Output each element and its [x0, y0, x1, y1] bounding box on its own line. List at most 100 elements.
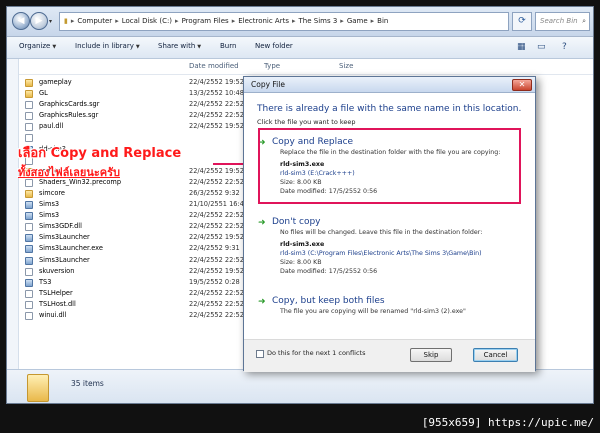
- pointer-arrow-line: [213, 163, 247, 165]
- file-row[interactable]: gameplay 22/4/2552 19:52: [19, 77, 249, 88]
- share-with-button[interactable]: Share with ▼: [158, 42, 201, 50]
- option-description: No files will be changed. Leave this fil…: [280, 229, 483, 236]
- navigation-pane[interactable]: [7, 59, 19, 369]
- dialog-titlebar: Copy File ✕: [244, 77, 535, 93]
- file-name: Sims3Launcher: [39, 233, 90, 242]
- chevron-down-icon: ▼: [135, 44, 140, 50]
- application-icon: [25, 278, 33, 287]
- column-header: Date modified Type Size: [19, 59, 593, 75]
- item-count: 35 items: [71, 379, 104, 388]
- file-date: 22/4/2552 9:31: [189, 244, 240, 253]
- file-row[interactable]: GraphicsRules.sgr 22/4/2552 22:52: [19, 110, 249, 121]
- file-row[interactable]: GraphicsCards.sgr 22/4/2552 22:52: [19, 99, 249, 110]
- application-icon: [25, 245, 33, 254]
- search-input[interactable]: Search Bin ⌕: [535, 12, 590, 31]
- skip-button[interactable]: Skip: [410, 348, 452, 362]
- file-date: 22/4/2552 19:52: [189, 122, 244, 131]
- file-row[interactable]: TS3 19/5/2552 0:28: [19, 277, 249, 288]
- file-row[interactable]: Sims3Launcher 22/4/2552 22:52: [19, 255, 249, 266]
- option-title: Don't copy: [272, 217, 321, 227]
- screenshot-frame: ◀ ▶ ▾ ▮ ▸ Computer ▸ Local Disk (C:) ▸ Program…: [0, 0, 600, 433]
- file-row[interactable]: winui.dll 22/4/2552 22:52: [19, 310, 249, 321]
- cancel-button[interactable]: Cancel: [473, 348, 518, 362]
- file-icon: [25, 300, 33, 309]
- keep-both-option[interactable]: ➜ Copy, but keep both files The file you…: [258, 296, 526, 324]
- file-name: TSLHelper: [39, 288, 73, 297]
- file-row[interactable]: simcore 26/3/2552 9:32: [19, 188, 249, 199]
- file-date: 22/4/2552 22:52: [189, 222, 244, 231]
- file-icon: [25, 311, 33, 320]
- file-name: Sims3Launcher.exe: [39, 244, 103, 253]
- file-row[interactable]: Sims3Launcher 22/4/2552 19:52: [19, 232, 249, 243]
- apply-to-all-checkbox[interactable]: [256, 350, 264, 358]
- breadcrumb-item[interactable]: Local Disk (C:): [122, 17, 172, 25]
- burn-button[interactable]: Burn: [220, 42, 236, 50]
- close-icon[interactable]: ✕: [512, 79, 532, 91]
- application-icon: [25, 256, 33, 265]
- file-name: Sims3GDF.dll: [39, 222, 82, 231]
- file-row[interactable]: Sims3GDF.dll 22/4/2552 22:52: [19, 221, 249, 232]
- file-row[interactable]: Sims3 22/4/2552 22:52: [19, 210, 249, 221]
- view-options-icon[interactable]: ▦: [517, 42, 526, 52]
- file-row[interactable]: paul.dll 22/4/2552 19:52: [19, 121, 249, 132]
- breadcrumb-item[interactable]: Electronic Arts: [238, 17, 289, 25]
- file-row[interactable]: TSLHost.dll 22/4/2552 22:52: [19, 299, 249, 310]
- help-icon[interactable]: ?: [562, 42, 567, 52]
- chevron-down-icon: ▼: [197, 44, 202, 50]
- breadcrumb-item[interactable]: Program Files: [182, 17, 229, 25]
- refresh-button[interactable]: ⟳: [512, 12, 532, 31]
- breadcrumb-item[interactable]: The Sims 3: [299, 17, 338, 25]
- column-size[interactable]: Size: [339, 62, 353, 70]
- command-bar: Organize ▼ Include in library ▼ Share with…: [7, 37, 593, 59]
- file-name: winui.dll: [39, 310, 67, 319]
- file-name: TS3: [39, 277, 52, 286]
- file-date: 22/4/2552 22:52: [189, 211, 244, 220]
- dialog-title: Copy File: [251, 80, 285, 89]
- forward-button[interactable]: ▶: [30, 12, 48, 30]
- address-row: ◀ ▶ ▾ ▮ ▸ Computer ▸ Local Disk (C:) ▸ Program…: [7, 7, 593, 37]
- file-path: rld-sim3 (C:\Program Files\Electronic Ar…: [280, 250, 482, 257]
- file-name: simcore: [39, 188, 65, 197]
- breadcrumb-item[interactable]: Computer: [77, 17, 112, 25]
- new-folder-button[interactable]: New folder: [255, 42, 293, 50]
- dont-copy-option[interactable]: ➜ Don't copy No files will be changed. L…: [258, 217, 526, 279]
- application-icon: [25, 234, 33, 243]
- file-row[interactable]: skuversion 22/4/2552 19:52: [19, 266, 249, 277]
- file-date: 22/4/2552 22:52: [189, 255, 244, 264]
- file-date: 13/3/2552 10:48: [189, 89, 244, 98]
- highlight-box: [258, 128, 521, 204]
- preview-pane-icon[interactable]: ▭: [537, 42, 546, 52]
- folder-icon: [25, 79, 33, 87]
- application-icon: [25, 212, 33, 221]
- file-row[interactable]: Sims3 21/10/2551 16:48: [19, 199, 249, 210]
- include-in-library-button[interactable]: Include in library ▼: [75, 42, 140, 50]
- file-list: gameplay 22/4/2552 19:52 GL 13/3/2552 10:48…: [19, 77, 249, 321]
- breadcrumb-item[interactable]: Game: [347, 17, 368, 25]
- apply-to-all-label[interactable]: Do this for the next 1 conflicts: [267, 349, 365, 357]
- file-name: paul.dll: [39, 122, 64, 131]
- file-name: TSLHost.dll: [39, 299, 76, 308]
- file-icon: [25, 267, 33, 276]
- file-date: 22/4/2552 22:52: [189, 111, 244, 120]
- status-bar: 35 items: [7, 369, 593, 403]
- breadcrumb-item[interactable]: Bin: [377, 17, 388, 25]
- recent-pages-icon[interactable]: ▾: [49, 18, 52, 25]
- search-icon[interactable]: ⌕: [582, 13, 586, 30]
- application-icon: [25, 201, 33, 210]
- file-icon: [25, 223, 33, 232]
- address-bar[interactable]: ▮ ▸ Computer ▸ Local Disk (C:) ▸ Program Files…: [59, 12, 509, 31]
- file-name: gameplay: [39, 78, 72, 86]
- file-name: GraphicsCards.sgr: [39, 100, 100, 109]
- file-icon: [25, 123, 33, 132]
- column-date-modified[interactable]: Date modified: [189, 62, 239, 70]
- organize-button[interactable]: Organize ▼: [19, 42, 56, 50]
- back-button[interactable]: ◀: [12, 12, 30, 30]
- folder-icon: ▮: [64, 17, 68, 25]
- file-row[interactable]: Sims3Launcher.exe 22/4/2552 9:31: [19, 243, 249, 254]
- file-date: 21/10/2551 16:48: [189, 200, 249, 209]
- file-icon: [25, 289, 33, 298]
- column-type[interactable]: Type: [264, 62, 280, 70]
- file-row[interactable]: TSLHelper 22/4/2552 22:52: [19, 288, 249, 299]
- file-row[interactable]: GL 13/3/2552 10:48: [19, 88, 249, 99]
- file-name: Sims3Launcher: [39, 255, 90, 264]
